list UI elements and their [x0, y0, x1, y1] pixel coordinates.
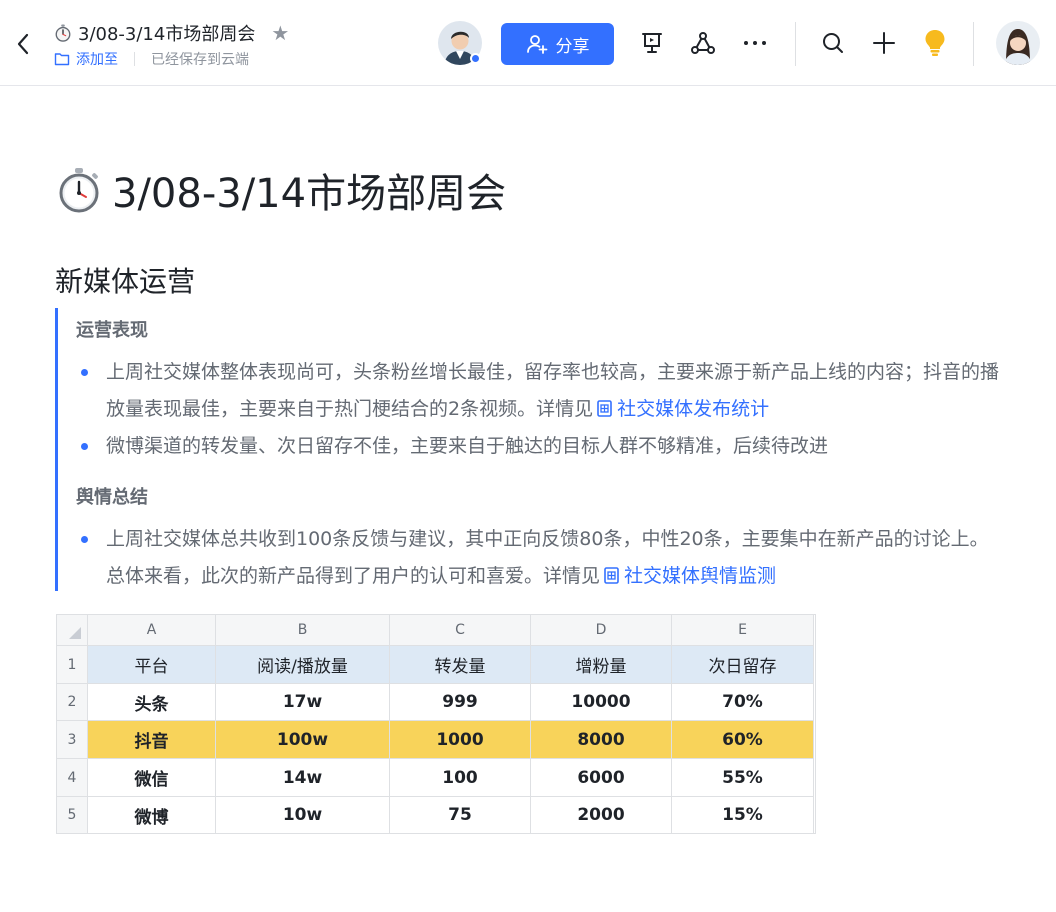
row-header[interactable]: 3: [57, 721, 88, 759]
page-title: 3/08-3/14市场部周会: [56, 160, 506, 220]
divider: [134, 52, 135, 66]
share-label: 分享: [555, 36, 590, 57]
table-cell[interactable]: 100w: [216, 721, 390, 759]
column-header[interactable]: B: [216, 615, 390, 646]
add-user-icon: [526, 35, 547, 54]
column-header[interactable]: A: [88, 615, 216, 646]
table-cell[interactable]: 转发量: [390, 646, 531, 684]
table-cell[interactable]: 55%: [672, 759, 814, 797]
toolbar-divider: [973, 22, 974, 66]
table-cell[interactable]: 平台: [88, 646, 216, 684]
star-icon[interactable]: ★: [271, 21, 289, 45]
column-header[interactable]: C: [390, 615, 531, 646]
table-cell[interactable]: 70%: [672, 684, 814, 721]
doc-link-sentiment-monitor[interactable]: 社交媒体舆情监测: [600, 565, 776, 587]
doc-icon: [604, 567, 619, 584]
table-cell[interactable]: 10w: [216, 797, 390, 834]
select-all-corner[interactable]: [57, 615, 88, 646]
table-cell[interactable]: 17w: [216, 684, 390, 721]
column-header[interactable]: D: [531, 615, 672, 646]
back-icon[interactable]: [12, 30, 36, 58]
bullet-text: 微博渠道的转发量、次日留存不佳，主要来自于触达的目标人群不够精准，后续待改进: [106, 435, 829, 457]
table-cell[interactable]: 14w: [216, 759, 390, 797]
bullet-item: 上周社交媒体总共收到100条反馈与建议，其中正向反馈80条，中性20条，主要集中…: [106, 521, 1002, 595]
doc-link-social-stats[interactable]: 社交媒体发布统计: [593, 398, 769, 420]
bullet-dot: [81, 369, 88, 376]
section-heading: 新媒体运营: [55, 265, 196, 298]
table-cell[interactable]: 6000: [531, 759, 672, 797]
bullet-item: 微博渠道的转发量、次日留存不佳，主要来自于触达的目标人群不够精准，后续待改进: [106, 428, 1002, 465]
table-cell[interactable]: 1000: [390, 721, 531, 759]
more-icon[interactable]: [742, 30, 768, 56]
plus-icon[interactable]: [871, 30, 897, 56]
bullet-text: 上周社交媒体整体表现尚可，头条粉丝增长最佳，留存率也较高，主要来源于新产品上线的…: [106, 361, 1000, 420]
doc-sub-row: 添加至 已经保存到云端: [54, 49, 249, 69]
row-header[interactable]: 4: [57, 759, 88, 797]
table-cell[interactable]: 阅读/播放量: [216, 646, 390, 684]
quote-block: 运营表现 上周社交媒体整体表现尚可，头条粉丝增长最佳，留存率也较高，主要来源于新…: [55, 308, 1015, 591]
table-cell[interactable]: 8000: [531, 721, 672, 759]
subheading-sentiment: 舆情总结: [76, 487, 148, 508]
bullet-dot: [81, 536, 88, 543]
bullet-item: 上周社交媒体整体表现尚可，头条粉丝增长最佳，留存率也较高，主要来源于新产品上线的…: [106, 354, 1002, 428]
presentation-icon[interactable]: [639, 30, 665, 56]
search-icon[interactable]: [820, 30, 846, 56]
share-button[interactable]: 分享: [501, 23, 614, 65]
bullet-dot: [81, 443, 88, 450]
online-status-dot: [470, 53, 481, 64]
doc-title[interactable]: 3/08-3/14市场部周会: [78, 20, 255, 46]
stopwatch-icon: [55, 24, 71, 42]
table-cell[interactable]: 100: [390, 759, 531, 797]
table-cell[interactable]: 75: [390, 797, 531, 834]
add-to-button[interactable]: 添加至: [54, 49, 118, 69]
table-cell[interactable]: 10000: [531, 684, 672, 721]
folder-icon: [54, 53, 70, 66]
document-heading: 3/08-3/14市场部周会: [112, 171, 507, 217]
doc-title-row: 3/08-3/14市场部周会 ★: [54, 20, 289, 46]
doc-icon: [597, 400, 612, 417]
doc-link-label: 社交媒体发布统计: [617, 398, 770, 420]
user-avatar[interactable]: [996, 21, 1040, 65]
row-header[interactable]: 1: [57, 646, 88, 684]
embedded-spreadsheet: A B C D E 1 平台 阅读/播放量 转发量 增粉量 次日留存 2 头条 …: [56, 614, 816, 834]
table-cell[interactable]: 999: [390, 684, 531, 721]
doc-link-label: 社交媒体舆情监测: [624, 565, 777, 587]
column-header[interactable]: E: [672, 615, 814, 646]
add-to-label: 添加至: [76, 52, 118, 68]
table-cell[interactable]: 60%: [672, 721, 814, 759]
table-cell[interactable]: 增粉量: [531, 646, 672, 684]
share-network-icon[interactable]: [690, 30, 716, 56]
top-bar: 3/08-3/14市场部周会 ★ 添加至 已经保存到云端 分享: [0, 0, 1056, 86]
table-cell[interactable]: 抖音: [88, 721, 216, 759]
table-cell[interactable]: 15%: [672, 797, 814, 834]
table-cell[interactable]: 次日留存: [672, 646, 814, 684]
subheading-performance: 运营表现: [76, 320, 148, 341]
table-cell[interactable]: 2000: [531, 797, 672, 834]
save-status: 已经保存到云端: [151, 52, 249, 68]
table-cell[interactable]: 微信: [88, 759, 216, 797]
toolbar-divider: [795, 22, 796, 66]
lightbulb-icon[interactable]: [922, 30, 948, 56]
row-header[interactable]: 2: [57, 684, 88, 721]
row-header[interactable]: 5: [57, 797, 88, 834]
bullet-text: 上周社交媒体总共收到100条反馈与建议，其中正向反馈80条，中性20条，主要集中…: [106, 528, 989, 587]
table-cell[interactable]: 头条: [88, 684, 216, 721]
table-cell[interactable]: 微博: [88, 797, 216, 834]
stopwatch-icon: [59, 168, 99, 213]
